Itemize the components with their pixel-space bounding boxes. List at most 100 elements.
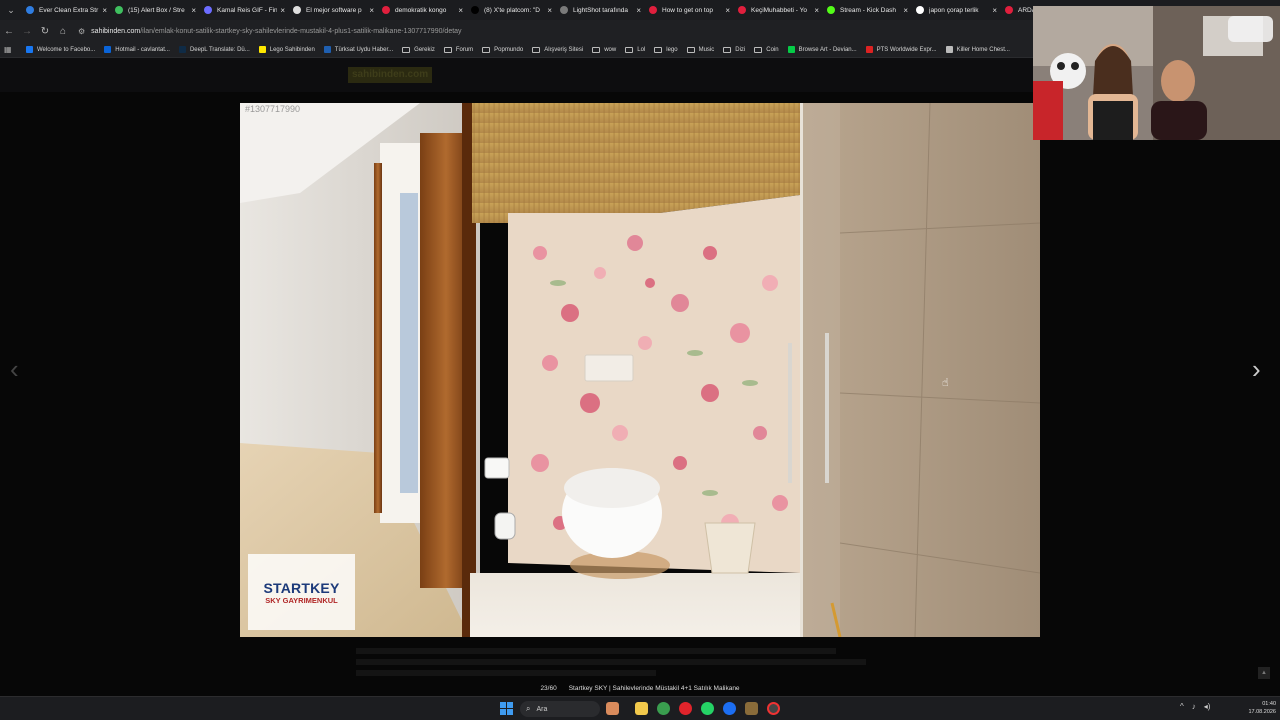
next-photo-chevron-icon[interactable]: › xyxy=(1252,354,1261,385)
tab-title: El mejor software p xyxy=(306,6,362,14)
listing-photo[interactable] xyxy=(240,103,1040,637)
back-arrow-icon[interactable]: ← xyxy=(0,22,18,40)
bookmark-label: DeepL Translate: Dü... xyxy=(189,46,250,53)
folder-icon xyxy=(723,46,732,53)
bookmark-label: Dizi xyxy=(735,46,746,53)
bookmark-folder[interactable]: Lol xyxy=(625,46,646,53)
browser-tab[interactable]: demokratik kongo × xyxy=(378,0,467,20)
taskbar-clock[interactable]: 01:40 17.08.2026 xyxy=(1236,700,1276,716)
bookmark-item[interactable]: Browse Art - Devian... xyxy=(787,46,857,53)
bookmark-favicon-icon xyxy=(323,46,331,53)
tab-close-icon[interactable]: × xyxy=(814,6,819,15)
recording-app-icon[interactable] xyxy=(767,702,780,715)
tab-close-icon[interactable]: × xyxy=(369,6,374,15)
chrome-icon[interactable] xyxy=(657,702,670,715)
tab-favicon-icon xyxy=(649,6,657,14)
browser-tab[interactable]: El mejor software p × xyxy=(289,0,378,20)
folder-icon xyxy=(402,46,411,53)
tab-close-icon[interactable]: × xyxy=(280,6,285,15)
bookmark-label: Türksat Uydu Haber... xyxy=(334,46,394,53)
browser-tab[interactable]: LightShot tarafında × xyxy=(556,0,645,20)
volume-icon[interactable]: ◂) xyxy=(1204,702,1211,711)
listing-title: Startkey SKY | Sahilevlerinde Müstakil 4… xyxy=(568,685,740,692)
tab-close-icon[interactable]: × xyxy=(547,6,552,15)
bookmark-label: Hotmail - cavlantat... xyxy=(115,46,170,53)
tab-close-icon[interactable]: × xyxy=(903,6,908,15)
bookmark-folder[interactable]: Coin xyxy=(754,46,779,53)
bookmark-favicon-icon xyxy=(945,46,953,53)
tab-close-icon[interactable]: × xyxy=(102,6,107,15)
tab-title: KeçiMuhabbeti - Yo xyxy=(751,6,808,14)
file-explorer-icon[interactable] xyxy=(635,702,648,715)
widget-app-icon[interactable] xyxy=(606,702,619,715)
browser-tab[interactable]: japon çorap terlik × xyxy=(912,0,1001,20)
clock-date: 17.08.2026 xyxy=(1248,709,1276,715)
folder-icon xyxy=(443,46,452,53)
tab-search-chevron-icon[interactable]: ⌄ xyxy=(0,0,22,20)
bookmark-item[interactable]: Türksat Uydu Haber... xyxy=(323,46,394,53)
browser-tab[interactable]: Stream - Kick Dash × xyxy=(823,0,912,20)
bookmark-folder[interactable]: Dizi xyxy=(723,46,746,53)
bookmark-folder[interactable]: Gerekiz xyxy=(402,46,435,53)
bookmark-favicon-icon xyxy=(178,46,186,53)
bookmark-folder[interactable]: Music xyxy=(686,46,714,53)
forward-arrow-icon[interactable]: → xyxy=(18,22,36,40)
bookmark-folder[interactable]: wow xyxy=(592,46,617,53)
tab-close-icon[interactable]: × xyxy=(725,6,730,15)
folder-icon xyxy=(482,46,491,53)
browser-tab[interactable]: How to get on top × xyxy=(645,0,734,20)
tray-chevron-icon[interactable]: ^ xyxy=(1180,702,1184,711)
tab-favicon-icon xyxy=(293,6,301,14)
taskbar-search[interactable]: ⌕ Ara xyxy=(520,701,600,717)
scroll-to-top-icon[interactable]: ▲ xyxy=(1258,667,1270,679)
tab-title: Stream - Kick Dash xyxy=(840,6,896,14)
reload-icon[interactable]: ↻ xyxy=(36,22,54,40)
bookmark-label: wow xyxy=(604,46,617,53)
bookmark-folder[interactable]: lego xyxy=(654,46,678,53)
address-bar[interactable]: ⚙ sahibinden.com/ilan/emlak-konut-satili… xyxy=(76,23,462,39)
bookmark-label: Lol xyxy=(637,46,646,53)
bookmark-folder[interactable]: Alışveriş Sitesi xyxy=(532,46,583,53)
bookmark-item[interactable]: Killer Home Chest... xyxy=(945,46,1010,53)
tab-favicon-icon xyxy=(916,6,924,14)
tab-favicon-icon xyxy=(26,6,34,14)
start-windows-icon[interactable] xyxy=(500,702,513,715)
bookmark-item[interactable]: Lego Sahibinden xyxy=(258,46,315,53)
bookmark-item[interactable]: Hotmail - cavlantat... xyxy=(104,46,170,53)
tab-title: demokratik kongo xyxy=(395,6,447,14)
browser-tab[interactable]: KeçiMuhabbeti - Yo × xyxy=(734,0,823,20)
home-icon[interactable]: ⌂ xyxy=(54,22,72,40)
microphone-icon[interactable]: ♪ xyxy=(1192,702,1196,711)
site-info-icon[interactable]: ⚙ xyxy=(78,27,85,36)
tab-title: Kamal Reis GIF - Fin xyxy=(217,6,278,14)
bookmark-label: Browse Art - Devian... xyxy=(798,46,857,53)
system-tray: ^ ♪ ◂) xyxy=(1180,702,1218,711)
tab-title: japon çorap terlik xyxy=(929,6,979,14)
bookmark-item[interactable]: DeepL Translate: Dü... xyxy=(178,46,250,53)
tab-close-icon[interactable]: × xyxy=(191,6,196,15)
tab-favicon-icon xyxy=(827,6,835,14)
browser-tab[interactable]: (15) Alert Box / Stre × xyxy=(111,0,200,20)
tab-title: How to get on top xyxy=(662,6,713,14)
bookmark-label: Killer Home Chest... xyxy=(956,46,1010,53)
obs-app-icon[interactable] xyxy=(745,702,758,715)
bookmark-item[interactable]: PTS Worldwide Expr... xyxy=(865,46,937,53)
windows-taskbar: ⌕ Ara ^ ♪ ◂) 01:40 17.08.2026 xyxy=(0,696,1280,720)
whatsapp-icon[interactable] xyxy=(701,702,714,715)
bookmark-item[interactable]: Welcome to Facebo... xyxy=(26,46,95,53)
browser-tab[interactable]: Ever Clean Extra Str × xyxy=(22,0,111,20)
tab-close-icon[interactable]: × xyxy=(458,6,463,15)
bookmark-folder[interactable]: Forum xyxy=(443,46,473,53)
bookmark-label: Popmundo xyxy=(494,46,524,53)
opera-icon[interactable] xyxy=(679,702,692,715)
tab-title: Ever Clean Extra Str xyxy=(39,6,99,14)
tab-favicon-icon xyxy=(204,6,212,14)
tab-close-icon[interactable]: × xyxy=(992,6,997,15)
browser-tab[interactable]: (8) X'te platcom: "D × xyxy=(467,0,556,20)
apps-grid-icon[interactable]: ▦ xyxy=(4,45,18,54)
previous-photo-chevron-icon[interactable]: ‹ xyxy=(10,354,19,385)
tab-close-icon[interactable]: × xyxy=(636,6,641,15)
messenger-app-icon[interactable] xyxy=(723,702,736,715)
bookmark-folder[interactable]: Popmundo xyxy=(482,46,524,53)
browser-tab[interactable]: Kamal Reis GIF - Fin × xyxy=(200,0,289,20)
